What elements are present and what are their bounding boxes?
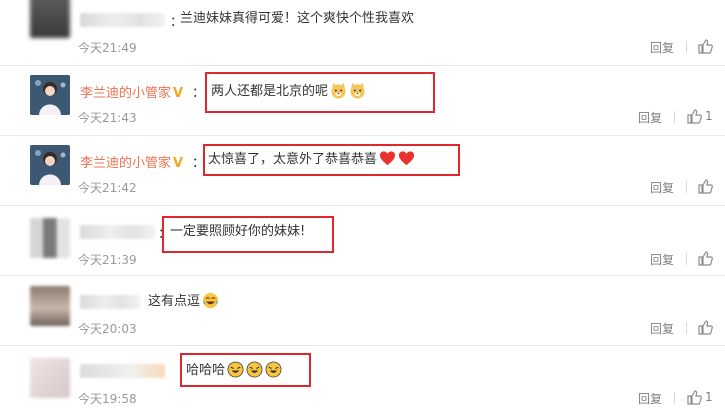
avatar[interactable] <box>30 75 70 115</box>
divider <box>686 253 687 265</box>
reply-button[interactable]: 回复 <box>650 251 674 268</box>
comment-text: 哈哈哈 <box>186 361 282 380</box>
commenter-name-blurred[interactable] <box>80 295 140 309</box>
comment-text-content: 一定要照顾好你的妹妹! <box>170 224 306 239</box>
divider <box>686 41 687 53</box>
like-count: 1 <box>705 109 713 123</box>
avatar[interactable] <box>30 218 70 258</box>
thumbs-up-icon[interactable] <box>686 389 702 405</box>
comment-item: 哈哈哈 今天19:58 回复 1 <box>0 346 725 418</box>
comment-time: 今天21:43 <box>78 111 137 125</box>
verified-badge-icon: V <box>173 156 184 171</box>
comment-text-content: 太惊喜了，太意外了恭喜恭喜 <box>208 152 378 167</box>
comment-text-content: 兰迪妹妹真得可爱！这个爽快个性我喜欢 <box>180 11 415 26</box>
commenter-name-text[interactable]: 李兰迪的小管家 <box>80 156 171 171</box>
rofl-emoji-icon <box>227 361 244 378</box>
commenter-name[interactable]: 李兰迪的小管家 V <box>80 152 183 171</box>
comment-text: 一定要照顾好你的妹妹! <box>170 223 305 241</box>
divider <box>674 111 675 123</box>
comment-text-content: 两人还都是北京的呢 <box>211 84 329 99</box>
reply-button[interactable]: 回复 <box>638 390 662 407</box>
comment-item: ： 一定要照顾好你的妹妹! 今天21:39 回复 <box>0 206 725 276</box>
comment-time: 今天19:58 <box>78 392 137 406</box>
comment-item: 李兰迪的小管家 V ： 两人还都是北京的呢 今天21:43 回复 1 <box>0 66 725 136</box>
avatar-portrait <box>30 145 70 185</box>
comment-item: 李兰迪的小管家 V ： 太惊喜了，太意外了恭喜恭喜 今天21:42 回复 <box>0 136 725 206</box>
comment-text: 兰迪妹妹真得可爱！这个爽快个性我喜欢 <box>180 10 414 28</box>
comment-text-content: 哈哈哈 <box>186 363 226 378</box>
thumbs-up-icon[interactable] <box>697 250 713 266</box>
comment-text: 两人还都是北京的呢 <box>211 82 366 101</box>
comment-time: 今天21:49 <box>78 41 137 55</box>
colon: ： <box>192 86 206 101</box>
divider <box>674 392 675 404</box>
reply-button[interactable]: 回复 <box>650 320 674 337</box>
thumbs-up-icon[interactable] <box>697 178 713 194</box>
thumbs-up-icon[interactable] <box>697 319 713 335</box>
commenter-name-blurred[interactable] <box>80 225 155 239</box>
thumbs-up-icon[interactable] <box>697 38 713 54</box>
comment-time: 今天21:42 <box>78 181 137 195</box>
comment-item: 这有点逗 今天20:03 回复 <box>0 276 725 346</box>
like-count: 1 <box>705 390 713 404</box>
doge-emoji-icon <box>331 82 346 99</box>
commenter-name-blurred[interactable] <box>80 13 165 27</box>
avatar[interactable] <box>30 286 70 326</box>
comment-list: ： 兰迪妹妹真得可爱！这个爽快个性我喜欢 今天21:49 回复 李兰迪的小管家 V… <box>0 0 725 418</box>
rofl-emoji-icon <box>265 361 282 378</box>
heart-emoji-icon <box>398 151 415 166</box>
comment-item: ： 兰迪妹妹真得可爱！这个爽快个性我喜欢 今天21:49 回复 <box>0 0 725 66</box>
avatar[interactable] <box>30 358 70 398</box>
comment-text-content: 这有点逗 <box>148 294 201 309</box>
avatar-portrait <box>30 75 70 115</box>
commenter-name-text[interactable]: 李兰迪的小管家 <box>80 86 171 101</box>
reply-button[interactable]: 回复 <box>638 109 662 126</box>
commenter-name-blurred[interactable] <box>80 364 165 378</box>
comment-text: 太惊喜了，太意外了恭喜恭喜 <box>208 150 415 169</box>
thumbs-up-icon[interactable] <box>686 108 702 124</box>
avatar[interactable] <box>30 0 70 38</box>
heart-emoji-icon <box>379 151 396 166</box>
comment-time: 今天20:03 <box>78 322 137 336</box>
laugh-cry-emoji-icon <box>202 292 219 309</box>
comment-text: 这有点逗 <box>148 292 219 311</box>
reply-button[interactable]: 回复 <box>650 179 674 196</box>
comment-time: 今天21:39 <box>78 253 137 267</box>
divider <box>686 322 687 334</box>
divider <box>686 181 687 193</box>
doge-emoji-icon <box>350 82 365 99</box>
commenter-name[interactable]: 李兰迪的小管家 V <box>80 82 183 101</box>
verified-badge-icon: V <box>173 86 184 101</box>
avatar[interactable] <box>30 145 70 185</box>
reply-button[interactable]: 回复 <box>650 39 674 56</box>
rofl-emoji-icon <box>246 361 263 378</box>
